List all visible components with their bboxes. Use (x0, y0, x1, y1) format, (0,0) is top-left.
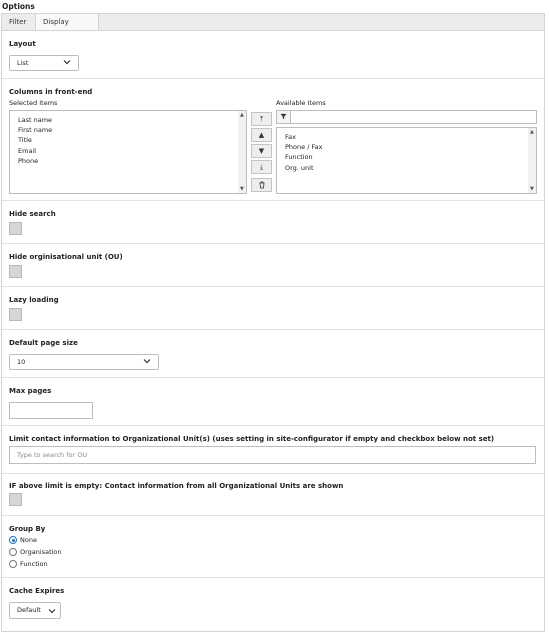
list-item[interactable]: Phone (18, 157, 38, 165)
page-size-select[interactable]: 10 (9, 354, 159, 370)
columns-label: Columns in front-end (9, 88, 93, 96)
all-ou-section: IF above limit is empty: Contact informa… (2, 474, 544, 516)
hide-ou-label: Hide orginisational unit (OU) (9, 253, 123, 261)
ou-search-placeholder: Type to search for OU (17, 451, 88, 459)
lazy-loading-section: Lazy loading (2, 287, 544, 330)
chevron-down-icon (48, 609, 56, 614)
max-pages-field[interactable] (9, 402, 93, 419)
list-item[interactable]: Last name (18, 116, 52, 124)
cache-section: Cache Expires Default (2, 578, 544, 631)
list-item[interactable]: First name (18, 126, 52, 134)
filter-input[interactable] (293, 111, 533, 123)
trash-icon (259, 181, 264, 189)
move-up-button[interactable]: ▲ (251, 128, 272, 142)
hide-search-label: Hide search (9, 210, 56, 218)
available-items-list[interactable]: Fax Phone / Fax Function Org. unit ▲ ▼ (276, 127, 537, 194)
move-to-top-button[interactable]: ⤒ (251, 112, 272, 126)
cache-select[interactable]: Default (9, 602, 61, 619)
hide-search-checkbox[interactable] (9, 222, 22, 235)
scroll-down-icon[interactable]: ▼ (530, 186, 534, 192)
chevron-down-icon (143, 359, 151, 364)
scroll-down-icon[interactable]: ▼ (240, 186, 244, 192)
radio-label-organisation[interactable]: Organisation (20, 548, 62, 556)
page-size-value: 10 (17, 358, 26, 366)
limit-ou-section: Limit contact information to Organizatio… (2, 426, 544, 474)
move-down-button[interactable]: ▼ (251, 144, 272, 158)
selected-items-list[interactable]: Last name First name Title Email Phone ▲… (9, 110, 247, 194)
layout-section: Layout List (2, 31, 544, 79)
page-title: Options (2, 2, 35, 11)
display-options-panel: Layout List Columns in front-end Selecte… (1, 30, 545, 632)
max-pages-label: Max pages (9, 387, 52, 395)
move-top-icon: ⤒ (259, 115, 264, 123)
cache-label: Cache Expires (9, 587, 65, 595)
move-bottom-icon: ⤓ (259, 163, 264, 171)
radio-label-none[interactable]: None (20, 536, 37, 544)
list-item[interactable]: Org. unit (285, 164, 314, 172)
hide-ou-section: Hide orginisational unit (OU) (2, 244, 544, 287)
selected-items-label: Selected Items (9, 99, 58, 107)
lazy-loading-checkbox[interactable] (9, 308, 22, 321)
filter-icon (277, 111, 291, 123)
group-by-section: Group By None Organisation Function (2, 516, 544, 578)
layout-label: Layout (9, 40, 36, 48)
list-item[interactable]: Email (18, 147, 36, 155)
scroll-up-icon[interactable]: ▲ (240, 112, 244, 118)
move-up-icon: ▲ (258, 131, 265, 139)
scroll-up-icon[interactable]: ▲ (530, 129, 534, 135)
chevron-down-icon (63, 60, 71, 65)
hide-ou-checkbox[interactable] (9, 265, 22, 278)
list-item[interactable]: Function (285, 153, 313, 161)
list-item[interactable]: Title (18, 136, 32, 144)
radio-function[interactable] (9, 560, 17, 568)
all-ou-checkbox[interactable] (9, 493, 22, 506)
max-pages-section: Max pages (2, 378, 544, 426)
radio-none[interactable] (9, 536, 17, 544)
layout-select-value: List (17, 59, 29, 67)
page-size-section: Default page size 10 (2, 330, 544, 378)
radio-organisation[interactable] (9, 548, 17, 556)
all-ou-label: IF above limit is empty: Contact informa… (9, 482, 344, 490)
move-down-icon: ▼ (258, 147, 265, 155)
list-item[interactable]: Fax (285, 133, 296, 141)
list-item[interactable]: Phone / Fax (285, 143, 322, 151)
lazy-loading-label: Lazy loading (9, 296, 59, 304)
available-items-label: Available Items (276, 99, 326, 107)
limit-ou-label: Limit contact information to Organizatio… (9, 435, 495, 443)
radio-label-function[interactable]: Function (20, 560, 48, 568)
remove-item-button[interactable] (251, 178, 272, 192)
tab-bar: Filter Display options (1, 13, 545, 42)
hide-search-section: Hide search (2, 201, 544, 244)
scrollbar[interactable]: ▲ ▼ (238, 111, 246, 193)
available-filter-field[interactable] (276, 110, 537, 124)
page-size-label: Default page size (9, 339, 78, 347)
group-by-label: Group By (9, 525, 46, 533)
tab-filter[interactable]: Filter (2, 14, 34, 31)
cache-select-value: Default (17, 606, 41, 614)
move-to-bottom-button[interactable]: ⤓ (251, 160, 272, 174)
scrollbar[interactable]: ▲ ▼ (528, 128, 536, 193)
columns-section: Columns in front-end Selected Items Avai… (2, 79, 544, 201)
ou-search-field[interactable]: Type to search for OU (9, 446, 536, 464)
layout-select[interactable]: List (9, 55, 79, 71)
